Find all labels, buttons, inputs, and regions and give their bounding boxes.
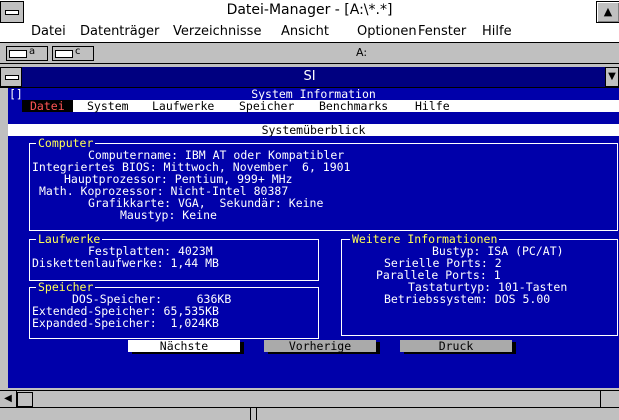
drive-c-label: c (75, 46, 81, 57)
menu-verzeichnisse[interactable]: Verzeichnisse (173, 24, 261, 39)
drive-a-label: a (29, 46, 36, 57)
si-menu-laufwerke[interactable]: Laufwerke (152, 100, 214, 112)
triangle-left-icon: ◀ (4, 393, 12, 404)
current-drive-label: A: (356, 46, 368, 59)
more-info-row-os: Betriebssystem: DOS 5.00 (384, 292, 551, 306)
drive-bar: a c A: (0, 43, 619, 64)
horizontal-scrollbar[interactable]: ◀ (0, 390, 619, 407)
si-menu-system[interactable]: System (87, 100, 129, 112)
scroll-up-button[interactable]: ▲ (596, 1, 619, 23)
menu-ansicht[interactable]: Ansicht (281, 24, 329, 39)
scroll-right-button[interactable] (600, 391, 619, 407)
status-bar (0, 407, 619, 420)
print-button[interactable]: Druck (400, 340, 512, 352)
computer-row-mouse: Maustyp: Keine (120, 208, 217, 222)
menu-optionen[interactable]: Optionen (357, 24, 417, 39)
memory-row-expanded: Expanded-Speicher: 1,024KB (32, 316, 219, 330)
menu-fenster[interactable]: Fenster (418, 24, 466, 39)
triangle-up-icon: ▲ (603, 5, 613, 18)
scroll-thumb[interactable] (17, 392, 33, 407)
system-menu-button[interactable] (0, 1, 24, 23)
si-system-menu-button[interactable] (0, 67, 22, 87)
system-menu-icon (5, 75, 19, 80)
file-manager-titlebar: Datei-Manager - [A:\*.*] ▲ (0, 0, 619, 25)
menu-datentraeger[interactable]: Datenträger (80, 24, 159, 39)
overview-title: Systemüberblick (261, 123, 366, 137)
system-information-screen: [] System Information Datei System Laufw… (8, 88, 619, 388)
si-menu-datei-label: Datei (30, 99, 65, 113)
si-window-title: SI (303, 69, 316, 84)
status-divider (256, 408, 257, 420)
menubar: Datei Datenträger Verzeichnisse Ansicht … (0, 24, 619, 43)
si-menu-datei[interactable]: Datei (22, 100, 73, 112)
computer-header: Computer (36, 136, 96, 150)
floppy-drive-icon (9, 50, 27, 58)
si-menu-hilfe[interactable]: Hilfe (415, 100, 450, 112)
si-menu-benchmarks[interactable]: Benchmarks (319, 100, 388, 112)
drives-row-floppy: Diskettenlaufwerke: 1,44 MB (32, 256, 219, 270)
system-menu-icon (5, 10, 19, 15)
hard-drive-icon (55, 50, 73, 58)
next-button[interactable]: Nächste (128, 340, 240, 352)
scroll-left-button[interactable]: ◀ (0, 391, 17, 407)
drive-c-button[interactable]: c (52, 46, 94, 61)
si-minimize-button[interactable]: ▼ (605, 67, 619, 87)
status-divider (250, 408, 251, 420)
window-title: Datei-Manager - [A:\*.*] (226, 2, 393, 18)
si-window-titlebar: SI (0, 67, 619, 88)
triangle-down-icon: ▼ (608, 71, 616, 82)
previous-button[interactable]: Vorherige (264, 340, 376, 352)
si-menu-speicher[interactable]: Speicher (239, 100, 294, 112)
menu-datei[interactable]: Datei (31, 24, 66, 39)
drive-a-button[interactable]: a (6, 46, 48, 61)
menu-hilfe[interactable]: Hilfe (482, 24, 512, 39)
